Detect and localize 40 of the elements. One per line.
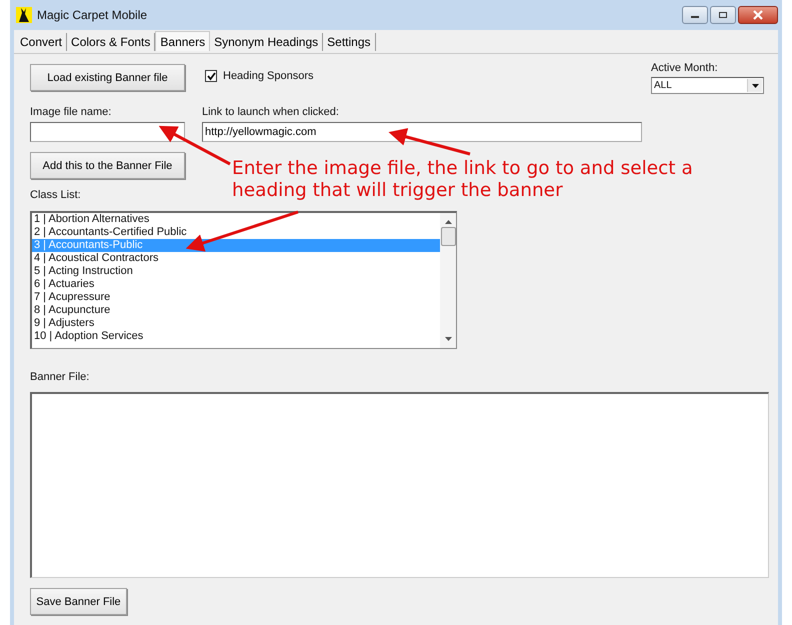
tab[interactable]: Convert <box>16 33 68 51</box>
app-logo-icon <box>16 7 32 23</box>
banner-file-field[interactable] <box>30 392 769 578</box>
add-to-banner-button[interactable]: Add this to the Banner File <box>30 152 185 179</box>
list-item[interactable]: 1 | Abortion Alternatives <box>32 213 440 226</box>
field-label: Image file name: <box>30 106 112 118</box>
close-icon <box>752 10 764 20</box>
heading-sponsors-checkbox[interactable]: Heading Sponsors <box>205 70 314 82</box>
list-item[interactable]: 6 | Actuaries <box>32 278 440 291</box>
close-button[interactable] <box>738 6 778 24</box>
maximize-icon <box>718 11 728 19</box>
save-banner-button[interactable]: Save Banner File <box>30 588 127 615</box>
list-item[interactable]: 8 | Acupuncture <box>32 304 440 317</box>
list-item[interactable]: 10 | Adoption Services <box>32 330 440 343</box>
checkmark-icon <box>206 72 216 80</box>
window-title: Magic Carpet Mobile <box>37 8 148 22</box>
minimize-button[interactable] <box>682 6 708 24</box>
image-file-field[interactable] <box>30 122 185 142</box>
annotation-text: Enter the image file, the link to go to and select a heading that will trigger the banner <box>232 158 694 202</box>
scrollbar[interactable] <box>440 213 456 348</box>
list-item[interactable]: 2 | Accountants-Certified Public <box>32 226 440 239</box>
field-label: Link to launch when clicked: <box>202 106 340 118</box>
field-label: Banner File: <box>30 371 90 383</box>
load-banner-button[interactable]: Load existing Banner file <box>30 64 185 91</box>
month-dropdown[interactable]: ALL <box>651 77 764 94</box>
list-item[interactable]: 5 | Acting Instruction <box>32 265 440 278</box>
scroll-thumb[interactable] <box>440 227 456 246</box>
scroll-up-icon[interactable] <box>444 220 452 224</box>
maximize-button[interactable] <box>710 6 736 24</box>
field-label: Active Month: <box>651 62 719 74</box>
dropdown-arrow-icon <box>752 84 758 88</box>
tab[interactable]: Banners <box>155 31 210 51</box>
field-label: Class List: <box>30 189 81 201</box>
list-item[interactable]: 4 | Acoustical Contractors <box>32 252 440 265</box>
list-item[interactable]: 9 | Adjusters <box>32 317 440 330</box>
list-item[interactable]: 7 | Acupressure <box>32 291 440 304</box>
tab[interactable]: Settings <box>323 33 376 51</box>
link-field[interactable]: http://yellowmagic.com <box>202 122 642 142</box>
tab[interactable]: Synonym Headings <box>210 33 324 51</box>
scroll-down-icon[interactable] <box>444 337 452 341</box>
